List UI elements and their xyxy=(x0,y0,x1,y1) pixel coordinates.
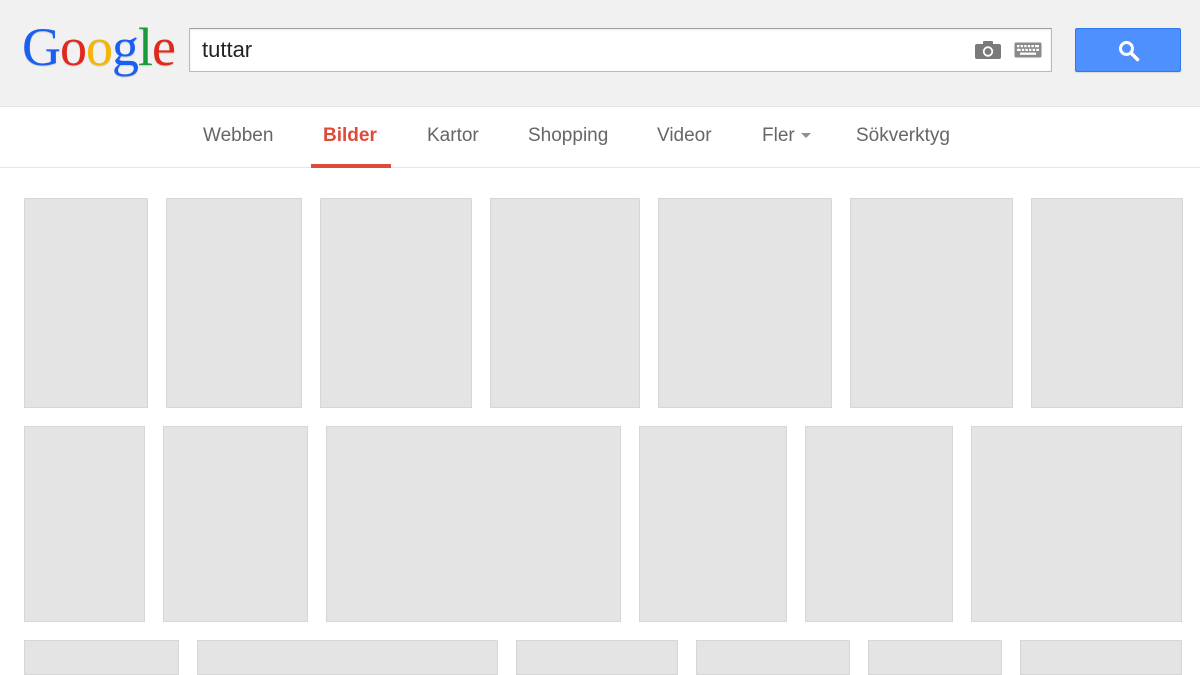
tab-bilder[interactable]: Bilder xyxy=(323,125,377,147)
image-result-placeholder[interactable] xyxy=(163,426,308,622)
logo-letter: l xyxy=(138,17,153,77)
keyboard-icon[interactable] xyxy=(1014,42,1042,58)
active-tab-indicator xyxy=(311,164,391,168)
image-result-placeholder[interactable] xyxy=(971,426,1182,622)
image-result-placeholder[interactable] xyxy=(24,198,148,408)
image-result-placeholder[interactable] xyxy=(326,426,621,622)
tab-fler[interactable]: Fler xyxy=(762,125,811,147)
image-result-placeholder[interactable] xyxy=(24,426,145,622)
logo-letter: o xyxy=(60,17,87,77)
image-result-placeholder[interactable] xyxy=(197,640,498,675)
search-box xyxy=(189,28,1052,72)
image-results-grid xyxy=(0,169,1200,675)
logo-letter: o xyxy=(86,17,113,77)
image-result-placeholder[interactable] xyxy=(320,198,472,408)
tab-webben[interactable]: Webben xyxy=(203,125,273,147)
image-result-placeholder[interactable] xyxy=(1020,640,1182,675)
logo-letter: e xyxy=(152,17,176,77)
image-result-placeholder[interactable] xyxy=(166,198,302,408)
image-result-placeholder[interactable] xyxy=(639,426,787,622)
google-logo[interactable]: Google xyxy=(22,17,176,77)
chevron-down-icon xyxy=(800,133,811,139)
image-result-placeholder[interactable] xyxy=(868,640,1002,675)
logo-letter: g xyxy=(112,17,139,77)
search-tabs: Webben Bilder Kartor Shopping Videor Fle… xyxy=(0,108,1200,168)
image-result-placeholder[interactable] xyxy=(1031,198,1183,408)
image-result-placeholder[interactable] xyxy=(490,198,640,408)
image-result-placeholder[interactable] xyxy=(805,426,953,622)
image-result-placeholder[interactable] xyxy=(658,198,832,408)
search-input[interactable] xyxy=(202,35,962,65)
logo-letter: G xyxy=(22,17,61,77)
image-result-placeholder[interactable] xyxy=(696,640,850,675)
tab-shopping[interactable]: Shopping xyxy=(528,125,608,147)
camera-icon[interactable] xyxy=(974,40,1002,60)
tab-kartor[interactable]: Kartor xyxy=(427,125,479,147)
tab-videor[interactable]: Videor xyxy=(657,125,712,147)
image-result-placeholder[interactable] xyxy=(24,640,179,675)
tab-sokverktyg[interactable]: Sökverktyg xyxy=(856,125,950,147)
header: Google xyxy=(0,0,1200,107)
tab-fler-label: Fler xyxy=(762,125,795,146)
image-result-placeholder[interactable] xyxy=(516,640,678,675)
image-result-placeholder[interactable] xyxy=(850,198,1013,408)
search-icon xyxy=(1119,41,1140,62)
search-button[interactable] xyxy=(1075,28,1181,72)
